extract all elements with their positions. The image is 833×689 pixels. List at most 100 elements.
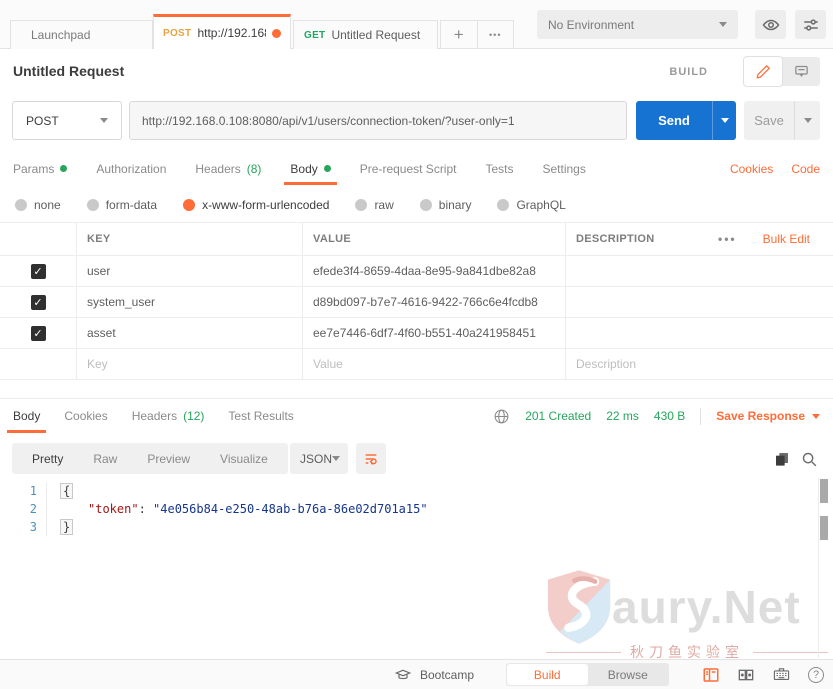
tab-untitled-request[interactable]: GET Untitled Request (293, 20, 438, 49)
url-value: http://192.168.0.108:8080/api/v1/users/c… (142, 114, 515, 128)
row-checkbox[interactable]: ✓ (31, 264, 46, 279)
save-button[interactable]: Save (744, 101, 794, 140)
wrap-lines-button[interactable] (356, 443, 386, 474)
send-options-button[interactable] (712, 101, 736, 140)
bulk-edit-link[interactable]: Bulk Edit (763, 232, 810, 246)
radio-icon (497, 199, 509, 211)
view-raw[interactable]: Raw (78, 452, 132, 466)
add-tab-button[interactable]: + (441, 21, 477, 48)
build-toggle-button[interactable]: Build (507, 664, 588, 685)
environment-quick-look-button[interactable] (755, 10, 786, 39)
value-cell[interactable]: efede3f4-8659-4daa-8e95-9a841dbe82a8 (313, 264, 536, 278)
key-cell[interactable]: user (87, 264, 110, 278)
tab-settings[interactable]: Settings (543, 152, 586, 185)
two-pane-view-icon[interactable] (702, 666, 720, 684)
page-title: Untitled Request (13, 63, 124, 79)
value-cell[interactable]: d89bd097-b7e7-4616-9422-766c6e4fcdb8 (313, 295, 538, 309)
response-format-selector[interactable]: JSON (290, 443, 348, 474)
value-cell[interactable]: ee7e7446-6df7-4f60-b551-40a241958451 (313, 326, 536, 340)
divider (700, 408, 701, 425)
row-checkbox[interactable]: ✓ (31, 295, 46, 310)
radio-label: raw (374, 198, 393, 212)
cookies-link[interactable]: Cookies (730, 162, 773, 176)
body-type-graphql[interactable]: GraphQL (497, 198, 565, 212)
table-menu-button[interactable]: ••• (718, 232, 737, 246)
response-tab-headers[interactable]: Headers (12) (132, 399, 205, 433)
json-separator: : (139, 502, 153, 516)
has-content-dot (324, 165, 331, 172)
keyboard-shortcuts-icon[interactable] (772, 666, 791, 683)
code-line: 1 { (0, 482, 805, 500)
environment-settings-button[interactable] (795, 10, 826, 39)
request-title-row: Untitled Request BUILD (0, 49, 833, 92)
watermark-brand: aury.Net (612, 580, 801, 634)
body-type-options: none form-data x-www-form-urlencoded raw… (0, 187, 833, 223)
json-value: "4e056b84-e250-48ab-b76a-86e02d701a15" (153, 502, 428, 516)
response-tab-cookies[interactable]: Cookies (64, 399, 107, 433)
tab-tests[interactable]: Tests (485, 152, 513, 185)
value-input-placeholder[interactable]: Value (313, 357, 343, 371)
tab-pre-request-script[interactable]: Pre-request Script (360, 152, 457, 185)
comments-button[interactable] (782, 57, 820, 86)
wrap-text-icon (363, 451, 379, 467)
scrollbar-thumb[interactable] (820, 516, 828, 540)
url-input[interactable]: http://192.168.0.108:8080/api/v1/users/c… (129, 101, 627, 140)
description-cell[interactable] (565, 256, 833, 286)
key-cell[interactable]: system_user (87, 295, 155, 309)
body-type-raw[interactable]: raw (355, 198, 393, 212)
save-label: Save (754, 113, 784, 128)
body-type-none[interactable]: none (15, 198, 61, 212)
body-type-form-data[interactable]: form-data (87, 198, 157, 212)
code-link[interactable]: Code (791, 162, 820, 176)
radio-icon (355, 199, 367, 211)
key-input-placeholder[interactable]: Key (87, 357, 108, 371)
response-tabs: Body Cookies Headers (12) Test Results 2… (0, 398, 833, 433)
scrollbar-thumb[interactable] (820, 479, 828, 503)
close-brace: } (60, 519, 73, 535)
console-icon[interactable] (737, 667, 755, 683)
json-key: "token" (88, 502, 139, 516)
radio-icon (15, 199, 27, 211)
question-icon: ? (813, 669, 819, 681)
description-cell[interactable] (565, 287, 833, 317)
view-pretty[interactable]: Pretty (17, 452, 78, 466)
tab-authorization[interactable]: Authorization (96, 152, 166, 185)
help-button[interactable]: ? (808, 667, 824, 683)
tab-params[interactable]: Params (13, 152, 67, 185)
bootcamp-button[interactable]: Bootcamp (394, 660, 474, 689)
tab-options-button[interactable]: ••• (477, 21, 514, 48)
tab-body[interactable]: Body (290, 152, 330, 185)
view-visualize[interactable]: Visualize (205, 452, 283, 466)
response-view-switcher: Pretty Raw Preview Visualize (12, 443, 288, 474)
response-body-editor[interactable]: 1 { 2 "token": "4e056b84-e250-48ab-b76a-… (0, 482, 805, 536)
view-preview[interactable]: Preview (132, 452, 205, 466)
save-response-button[interactable]: Save Response (716, 409, 820, 423)
tab-active-request[interactable]: POST http://192.168.... (153, 14, 291, 49)
method-selector[interactable]: POST (12, 101, 122, 140)
row-checkbox[interactable]: ✓ (31, 326, 46, 341)
table-placeholder-row: Key Value Description (0, 349, 833, 380)
search-response-button[interactable] (799, 449, 819, 469)
body-type-binary[interactable]: binary (420, 198, 472, 212)
status-badge: 201 Created (525, 409, 591, 423)
line-number: 3 (0, 518, 46, 536)
send-button[interactable]: Send (636, 101, 712, 140)
tab-label: Untitled Request (331, 28, 420, 42)
edit-mode-button[interactable] (744, 57, 782, 86)
environment-selector[interactable]: No Environment (537, 10, 738, 39)
response-tab-test-results[interactable]: Test Results (228, 399, 293, 433)
tab-launchpad[interactable]: Launchpad (10, 20, 153, 49)
browse-toggle-button[interactable]: Browse (588, 664, 669, 685)
key-cell[interactable]: asset (87, 326, 116, 340)
chevron-down-icon (721, 118, 729, 123)
browse-label: Browse (608, 668, 648, 682)
description-input-placeholder[interactable]: Description (576, 357, 636, 371)
tab-headers[interactable]: Headers (8) (195, 152, 261, 185)
save-options-button[interactable] (794, 101, 820, 140)
check-icon: ✓ (33, 327, 42, 340)
body-type-x-www-form-urlencoded[interactable]: x-www-form-urlencoded (183, 198, 329, 212)
response-tab-body[interactable]: Body (13, 399, 40, 433)
copy-response-button[interactable] (772, 449, 792, 469)
table-row: ✓ system_user d89bd097-b7e7-4616-9422-76… (0, 287, 833, 318)
description-cell[interactable] (565, 318, 833, 348)
